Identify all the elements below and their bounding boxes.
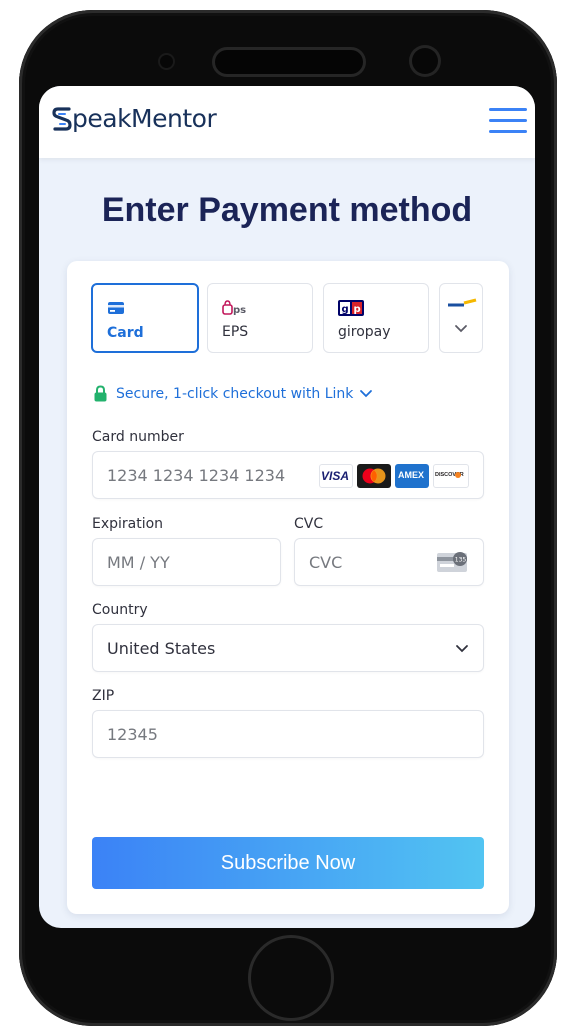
- tab-giropay-label: giropay: [338, 324, 391, 340]
- front-sensor: [160, 55, 173, 68]
- zip-placeholder: 12345: [107, 725, 158, 744]
- payment-form-card: Card ps EPS g p giropay Secure, 1-click …: [67, 261, 509, 914]
- country-value: United States: [107, 639, 216, 658]
- front-camera: [412, 48, 438, 74]
- link-checkout-toggle[interactable]: Secure, 1-click checkout with Link: [93, 385, 373, 402]
- svg-text:135: 135: [455, 557, 467, 564]
- expiration-label: Expiration: [92, 516, 164, 532]
- cvc-placeholder: CVC: [309, 553, 343, 572]
- cvc-card-icon: 135: [437, 552, 467, 572]
- speakmentor-logo[interactable]: peakMentor: [52, 104, 217, 133]
- chevron-down-icon: [360, 389, 373, 397]
- chevron-down-icon: [455, 325, 467, 333]
- chevron-down-icon: [456, 645, 468, 653]
- lock-icon: [94, 385, 107, 402]
- tab-eps-label: EPS: [222, 324, 249, 340]
- expiration-input[interactable]: MM / YY: [92, 538, 281, 586]
- card-number-label: Card number: [92, 429, 184, 445]
- credit-card-icon: [108, 302, 124, 314]
- link-checkout-label: Secure, 1-click checkout with Link: [116, 385, 354, 402]
- tab-eps[interactable]: ps EPS: [207, 283, 313, 353]
- zip-input[interactable]: 12345: [92, 710, 484, 758]
- phone-screen: peakMentor Enter Payment method Card ps …: [39, 86, 535, 928]
- card-number-placeholder: 1234 1234 1234 1234: [107, 466, 286, 485]
- svg-text:g: g: [342, 304, 349, 315]
- s-stripes-logo-icon: [52, 106, 72, 131]
- earpiece-speaker: [215, 50, 363, 74]
- discover-icon: DISCOVER: [433, 464, 469, 488]
- cvc-input[interactable]: CVC 135: [294, 538, 484, 586]
- tab-more[interactable]: [439, 283, 483, 353]
- home-button[interactable]: [248, 935, 334, 1021]
- expiration-placeholder: MM / YY: [107, 553, 170, 572]
- mastercard-icon: [357, 464, 391, 488]
- amex-icon: AMEX: [395, 464, 429, 488]
- eps-logo-icon: ps: [222, 300, 246, 316]
- giropay-logo-icon: g p: [338, 300, 364, 316]
- card-number-input[interactable]: 1234 1234 1234 1234 VISA AMEX DISCOVER: [92, 451, 484, 499]
- tab-giropay[interactable]: g p giropay: [323, 283, 429, 353]
- app-header: peakMentor: [39, 86, 535, 158]
- svg-text:p: p: [354, 304, 361, 315]
- svg-text:ps: ps: [233, 305, 246, 316]
- page-title: Enter Payment method: [101, 191, 473, 229]
- partial-bank-logo-icon: [448, 298, 477, 307]
- hamburger-menu-icon[interactable]: [489, 106, 527, 136]
- tab-card[interactable]: Card: [91, 283, 199, 353]
- zip-label: ZIP: [92, 688, 115, 704]
- visa-icon: VISA: [319, 464, 353, 488]
- logo-text: peakMentor: [72, 104, 217, 133]
- tab-card-label: Card: [107, 325, 144, 341]
- country-label: Country: [92, 602, 148, 618]
- cvc-label: CVC: [294, 516, 324, 532]
- subscribe-now-button[interactable]: Subscribe Now: [92, 837, 484, 889]
- country-select[interactable]: United States: [92, 624, 484, 672]
